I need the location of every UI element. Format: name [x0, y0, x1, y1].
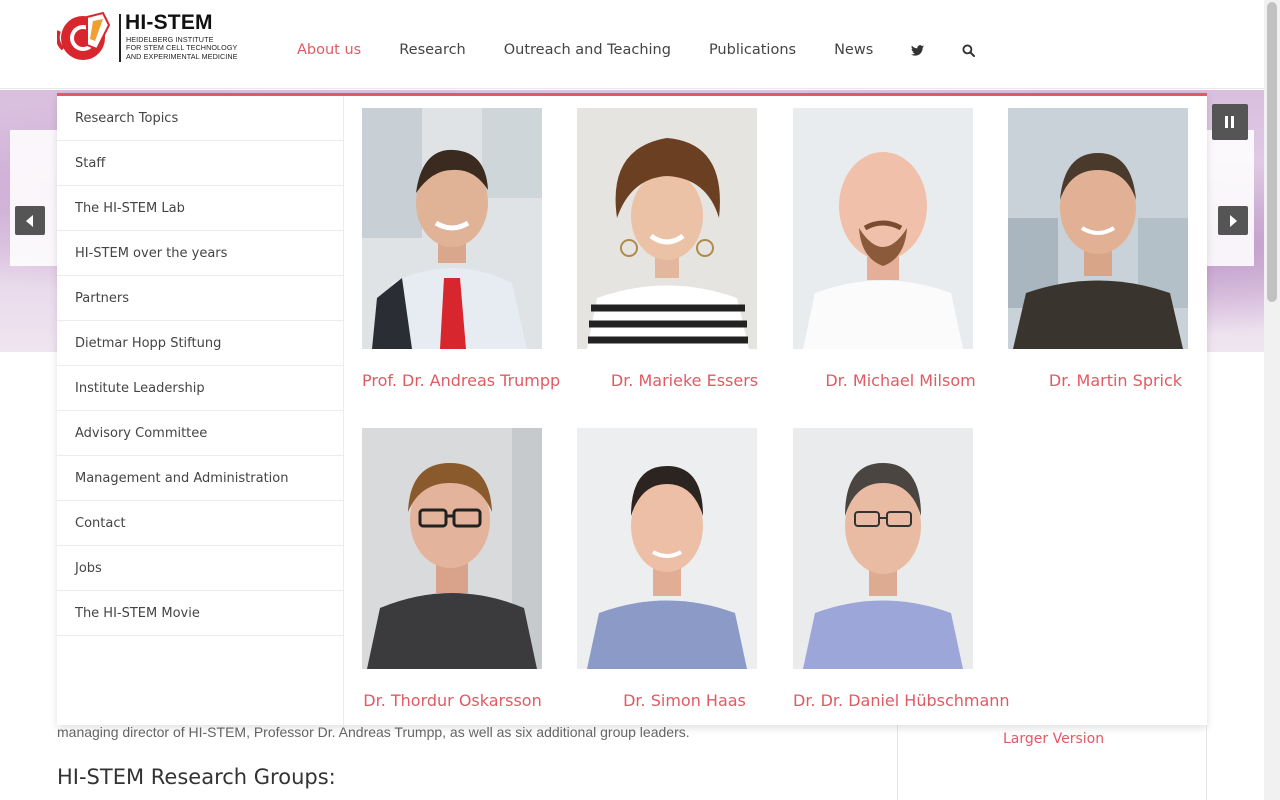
portrait-photo: [362, 428, 542, 669]
submenu-staff[interactable]: Staff: [57, 141, 343, 186]
about-submenu: Research Topics Staff The HI-STEM Lab HI…: [57, 96, 344, 725]
submenu-advisory-committee[interactable]: Advisory Committee: [57, 411, 343, 456]
portrait-photo: [577, 108, 757, 349]
portrait-photo: [577, 428, 757, 669]
submenu-partners[interactable]: Partners: [57, 276, 343, 321]
search-icon[interactable]: [943, 43, 994, 57]
portrait-photo: [793, 108, 973, 349]
submenu-over-the-years[interactable]: HI-STEM over the years: [57, 231, 343, 276]
caret-right-icon: [1230, 214, 1237, 227]
main-nav: About us Research Outreach and Teaching …: [278, 42, 994, 58]
portrait-photo: [362, 108, 542, 349]
person-name[interactable]: Dr. Simon Haas: [577, 691, 792, 710]
person-name[interactable]: Dr. Marieke Essers: [577, 371, 792, 390]
twitter-icon[interactable]: [892, 44, 943, 56]
site-header: HI-STEM HEIDELBERG INSTITUTE FOR STEM CE…: [0, 0, 1264, 89]
logo-subtitle-line: AND EXPERIMENTAL MEDICINE: [126, 51, 238, 61]
logo-emblem-icon: [57, 11, 111, 60]
scrollbar-thumb[interactable]: [1267, 2, 1277, 302]
portrait-photo: [1008, 108, 1188, 349]
submenu-contact[interactable]: Contact: [57, 501, 343, 546]
submenu-jobs[interactable]: Jobs: [57, 546, 343, 591]
caret-left-icon: [26, 214, 33, 227]
person-name[interactable]: Prof. Dr. Andreas Trumpp: [362, 371, 577, 390]
page-scrollbar[interactable]: [1264, 0, 1280, 800]
submenu-institute-leadership[interactable]: Institute Leadership: [57, 366, 343, 411]
person-name[interactable]: Dr. Dr. Daniel Hübschmann: [793, 691, 1010, 710]
submenu-dietmar-hopp[interactable]: Dietmar Hopp Stiftung: [57, 321, 343, 366]
logo-subtitle: HEIDELBERG INSTITUTE FOR STEM CELL TECHN…: [126, 35, 238, 61]
submenu-research-topics[interactable]: Research Topics: [57, 96, 343, 141]
about-us-mega-menu: Research Topics Staff The HI-STEM Lab HI…: [57, 93, 1207, 725]
slider-pause-button[interactable]: [1212, 104, 1248, 140]
person-name[interactable]: Dr. Martin Sprick: [1008, 371, 1223, 390]
nav-publications[interactable]: Publications: [690, 42, 815, 58]
nav-about-us[interactable]: About us: [278, 42, 380, 58]
person-name[interactable]: Dr. Michael Milsom: [793, 371, 1008, 390]
nav-news[interactable]: News: [815, 42, 892, 58]
person-name[interactable]: Dr. Thordur Oskarsson: [345, 691, 560, 710]
submenu-hi-stem-lab[interactable]: The HI-STEM Lab: [57, 186, 343, 231]
portrait-photo: [793, 428, 973, 669]
research-groups-heading: HI-STEM Research Groups:: [57, 765, 336, 789]
slider-prev-button[interactable]: [15, 206, 45, 235]
larger-version-link[interactable]: Larger Version: [1003, 731, 1104, 747]
logo-title: HI-STEM: [125, 11, 213, 34]
intro-text: managing director of HI-STEM, Professor …: [57, 724, 690, 740]
slider-next-button[interactable]: [1218, 206, 1248, 235]
nav-outreach-teaching[interactable]: Outreach and Teaching: [485, 42, 690, 58]
submenu-movie[interactable]: The HI-STEM Movie: [57, 591, 343, 636]
pause-icon: [1225, 116, 1234, 128]
logo-divider: [119, 14, 121, 62]
hi-stem-logo[interactable]: HI-STEM HEIDELBERG INSTITUTE FOR STEM CE…: [57, 11, 252, 66]
nav-research[interactable]: Research: [380, 42, 485, 58]
submenu-management-admin[interactable]: Management and Administration: [57, 456, 343, 501]
